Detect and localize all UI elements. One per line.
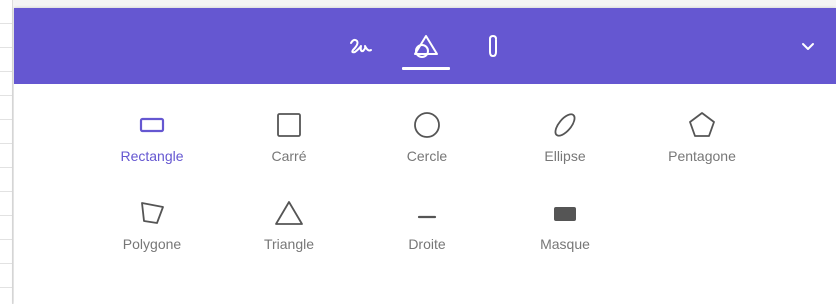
shape-line[interactable]: Droite — [367, 196, 487, 276]
tab-signature[interactable] — [341, 30, 381, 70]
shapes-icon — [412, 30, 440, 65]
shape-mask[interactable]: Masque — [505, 196, 625, 276]
line-icon — [413, 196, 441, 230]
shape-label: Droite — [408, 236, 446, 252]
shape-pentagon[interactable]: Pentagone — [642, 108, 762, 188]
collapse-button[interactable] — [798, 38, 818, 58]
ellipse-icon — [550, 108, 580, 142]
circle-icon — [412, 108, 442, 142]
tab-shapes[interactable] — [402, 30, 450, 70]
shape-polygon[interactable]: Polygone — [92, 196, 212, 276]
shape-rectangle[interactable]: Rectangle — [92, 108, 212, 188]
shape-label: Rectangle — [120, 148, 184, 164]
shape-square[interactable]: Carré — [229, 108, 349, 188]
rectangle-icon — [138, 108, 166, 142]
triangle-icon — [273, 196, 305, 230]
shape-label: Triangle — [263, 236, 315, 252]
background-spreadsheet — [0, 0, 13, 304]
shape-picker-panel: Rectangle Carré Cercle Ellipse Pentagone… — [14, 8, 836, 304]
paperclip-icon — [484, 30, 502, 65]
shape-label: Carré — [271, 148, 307, 164]
shape-label: Polygone — [122, 236, 182, 252]
tab-attachment[interactable] — [473, 30, 513, 70]
panel-header — [14, 8, 836, 84]
shape-label: Cercle — [406, 148, 448, 164]
signature-icon — [348, 30, 374, 63]
chevron-down-icon — [801, 39, 815, 57]
shape-label: Masque — [540, 236, 590, 252]
shape-ellipse[interactable]: Ellipse — [505, 108, 625, 188]
polygon-icon — [138, 196, 166, 230]
shape-label: Pentagone — [668, 148, 736, 164]
shape-circle[interactable]: Cercle — [367, 108, 487, 188]
shape-label: Ellipse — [544, 148, 586, 164]
shape-triangle[interactable]: Triangle — [229, 196, 349, 276]
pentagon-icon — [687, 108, 717, 142]
mask-icon — [551, 196, 579, 230]
square-icon — [275, 108, 303, 142]
